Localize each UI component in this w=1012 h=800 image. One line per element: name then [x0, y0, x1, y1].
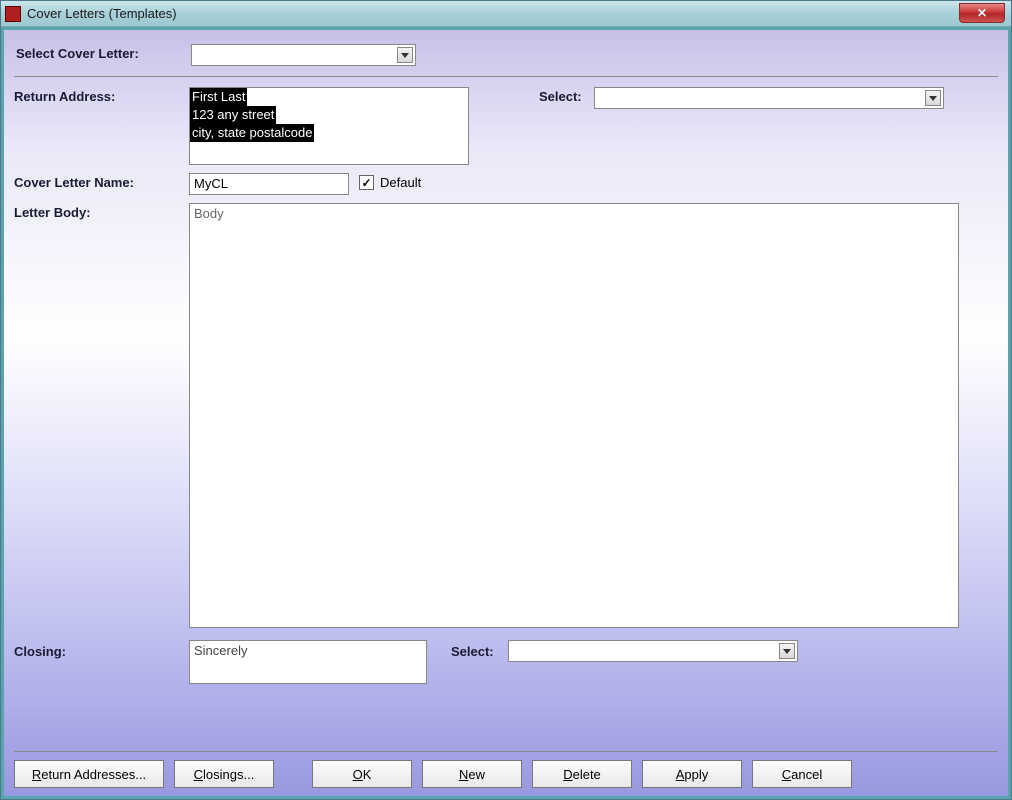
letter-body-input[interactable]: Body [189, 203, 959, 628]
accel-char: O [353, 767, 363, 782]
apply-button[interactable]: Apply [642, 760, 742, 788]
closing-select-label: Select: [451, 640, 494, 659]
closing-input[interactable]: Sincerely [189, 640, 427, 684]
close-icon: ✕ [977, 6, 987, 20]
client-area: Select Cover Letter: Return Address: Fir… [1, 27, 1011, 799]
closing-select-combo[interactable] [508, 640, 798, 662]
cover-letter-name-input[interactable]: MyCL [189, 173, 349, 195]
default-checkbox[interactable]: ✓ Default [359, 173, 421, 190]
delete-button[interactable]: Delete [532, 760, 632, 788]
accel-char: A [676, 767, 685, 782]
cover-letter-name-label: Cover Letter Name: [14, 173, 189, 190]
closing-value: Sincerely [194, 643, 247, 658]
accel-char: R [32, 767, 41, 782]
close-button[interactable]: ✕ [959, 3, 1005, 23]
accel-char: N [459, 767, 468, 782]
letter-body-label: Letter Body: [14, 203, 189, 220]
window-title: Cover Letters (Templates) [27, 6, 177, 21]
button-bar: Return Addresses... Closings... OK New D… [14, 751, 998, 788]
app-icon [5, 6, 21, 22]
cover-letter-name-row: Cover Letter Name: MyCL ✓ Default [14, 173, 998, 195]
button-label: ancel [791, 767, 822, 782]
top-section: Select Cover Letter: [14, 38, 998, 77]
select-address-combo[interactable] [594, 87, 944, 109]
dialog-window: Cover Letters (Templates) ✕ Select Cover… [0, 0, 1012, 800]
chevron-down-icon [925, 90, 941, 106]
select-cover-letter-label: Select Cover Letter: [16, 44, 191, 61]
return-address-line1: First Last [190, 88, 247, 106]
new-button[interactable]: New [422, 760, 522, 788]
closing-label: Closing: [14, 640, 189, 659]
button-label: ew [468, 767, 485, 782]
cancel-button[interactable]: Cancel [752, 760, 852, 788]
select-cover-letter-combo[interactable] [191, 44, 416, 66]
return-addresses-button[interactable]: Return Addresses... [14, 760, 164, 788]
spacer [284, 760, 302, 788]
select-address-label: Select: [539, 87, 582, 104]
button-label: elete [573, 767, 601, 782]
ok-button[interactable]: OK [312, 760, 412, 788]
button-label: pply [684, 767, 708, 782]
closing-row: Closing: Sincerely Select: [14, 640, 998, 684]
select-address-group: Select: [539, 87, 944, 109]
closings-button[interactable]: Closings... [174, 760, 274, 788]
titlebar: Cover Letters (Templates) ✕ [1, 1, 1011, 27]
button-label: eturn Addresses... [41, 767, 146, 782]
button-label: K [363, 767, 372, 782]
accel-char: C [194, 767, 203, 782]
closing-select-group: Select: [451, 640, 798, 662]
checkbox-icon: ✓ [359, 175, 374, 190]
button-label: losings... [203, 767, 254, 782]
letter-body-row: Letter Body: Body [14, 203, 998, 628]
letter-body-value: Body [194, 206, 224, 221]
chevron-down-icon [779, 643, 795, 659]
return-address-line3: city, state postalcode [190, 124, 314, 142]
chevron-down-icon [397, 47, 413, 63]
return-address-row: Return Address: First Last 123 any stree… [14, 87, 998, 165]
default-checkbox-label: Default [380, 175, 421, 190]
accel-char: D [563, 767, 572, 782]
return-address-line2: 123 any street [190, 106, 276, 124]
return-address-input[interactable]: First Last 123 any street city, state po… [189, 87, 469, 165]
return-address-label: Return Address: [14, 87, 189, 104]
cover-letter-name-value: MyCL [194, 176, 228, 191]
accel-char: C [782, 767, 791, 782]
